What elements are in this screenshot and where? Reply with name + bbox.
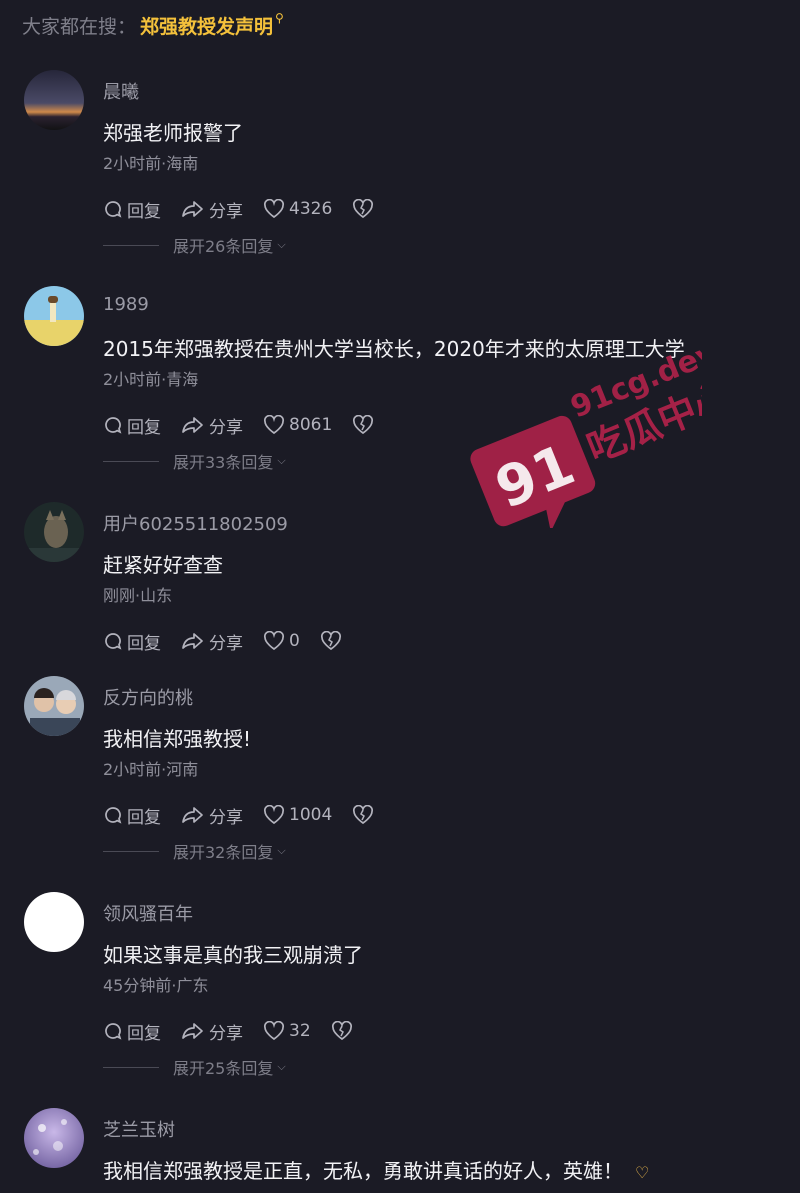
comment-meta: 2小时前·河南 (103, 760, 199, 779)
expand-replies-button[interactable]: 展开26条回复 ⌵ (103, 234, 286, 256)
like-count: 0 (289, 631, 300, 651)
reply-icon (105, 417, 122, 434)
share-button[interactable]: 分享 (181, 197, 243, 222)
chevron-down-icon: ⌵ (277, 844, 286, 857)
dislike-button[interactable] (320, 631, 342, 651)
like-count: 4326 (289, 199, 333, 219)
divider (103, 244, 159, 246)
comment-actions: 回复 分享 8061 (103, 413, 374, 438)
comment-username[interactable]: 1989 (103, 294, 149, 315)
share-button[interactable]: 分享 (181, 629, 243, 654)
expand-replies-button[interactable]: 展开32条回复 ⌵ (103, 840, 286, 862)
expand-replies-button[interactable]: 展开25条回复 ⌵ (103, 1056, 286, 1078)
divider (103, 460, 159, 462)
comment-actions: 回复 分享 4326 (103, 197, 374, 222)
share-icon (182, 807, 203, 823)
broken-heart-icon (353, 805, 374, 825)
like-count: 32 (289, 1021, 311, 1041)
heart-icon (263, 415, 285, 435)
heart-icon (263, 805, 285, 825)
like-button[interactable]: 8061 (263, 415, 332, 435)
comment-meta: 2小时前·海南 (103, 154, 199, 173)
like-button[interactable]: 4326 (263, 199, 332, 219)
divider (103, 1066, 159, 1068)
watermark-badge (470, 415, 596, 528)
chevron-down-icon: ⌵ (277, 238, 286, 251)
search-prefix: 大家都在搜： (22, 15, 137, 38)
comment-text: 赶紧好好查查 (103, 553, 223, 577)
chevron-down-icon: ⌵ (277, 1060, 286, 1073)
reply-button[interactable]: 回复 (103, 413, 161, 438)
search-icon: ⚲ (275, 11, 284, 25)
comment-text: 如果这事是真的我三观崩溃了 (103, 943, 363, 967)
reply-icon (105, 807, 122, 824)
avatar[interactable] (24, 1108, 84, 1168)
reply-button[interactable]: 回复 (103, 1019, 161, 1044)
reply-button[interactable]: 回复 (103, 629, 161, 654)
avatar[interactable] (24, 892, 84, 952)
comment-actions: 回复 分享 32 (103, 1019, 353, 1044)
comment-actions: 回复 分享 1004 (103, 803, 374, 828)
dislike-button[interactable] (352, 805, 374, 825)
comment-username[interactable]: 领风骚百年 (103, 900, 193, 926)
expand-replies-button[interactable]: 展开33条回复 ⌵ (103, 450, 286, 472)
comment-text: 郑强老师报警了 (103, 121, 243, 145)
heart-icon (263, 631, 285, 651)
like-count: 8061 (289, 415, 333, 435)
share-button[interactable]: 分享 (181, 413, 243, 438)
reply-icon (105, 633, 122, 650)
avatar[interactable] (24, 676, 84, 736)
comment-meta: 45分钟前·广东 (103, 976, 209, 995)
heart-emoji-icon: ♡ (635, 1163, 650, 1182)
divider (103, 850, 159, 852)
comment-username[interactable]: 用户6025511802509 (103, 510, 288, 536)
heart-icon (263, 1021, 285, 1041)
comment-text: 2015年郑强教授在贵州大学当校长，2020年才来的太原理工大学 (103, 337, 685, 361)
share-button[interactable]: 分享 (181, 803, 243, 828)
reply-button[interactable]: 回复 (103, 197, 161, 222)
dislike-button[interactable] (331, 1021, 353, 1041)
like-button[interactable]: 0 (263, 631, 300, 651)
broken-heart-icon (353, 199, 374, 219)
heart-icon (263, 199, 285, 219)
reply-icon (105, 1023, 122, 1040)
search-term-link[interactable]: 郑强教授发声明 (140, 12, 273, 39)
watermark-brand: 吃瓜中心 (581, 373, 702, 471)
share-icon (182, 201, 203, 217)
like-count: 1004 (289, 805, 333, 825)
trending-search-bar[interactable]: 大家都在搜： 郑强教授发声明 ⚲ (22, 10, 284, 40)
comments-page: 大家都在搜： 郑强教授发声明 ⚲ 晨曦 郑强老师报警了 2小时前·海南 回复 分… (0, 0, 800, 1193)
comment-meta: 刚刚·山东 (103, 586, 173, 605)
reply-button[interactable]: 回复 (103, 803, 161, 828)
broken-heart-icon (331, 1021, 352, 1041)
like-button[interactable]: 1004 (263, 805, 332, 825)
comment-username[interactable]: 晨曦 (103, 78, 139, 104)
dislike-button[interactable] (352, 415, 374, 435)
avatar[interactable] (24, 70, 84, 130)
comment-actions: 回复 分享 0 (103, 629, 342, 654)
watermark-number: 91 (487, 432, 584, 521)
chevron-down-icon: ⌵ (277, 454, 286, 467)
comment-text: 我相信郑强教授是正直，无私，勇敢讲真话的好人，英雄！ ♡ (103, 1159, 650, 1183)
comment-username[interactable]: 芝兰玉树 (103, 1116, 175, 1142)
broken-heart-icon (320, 631, 341, 651)
reply-icon (105, 201, 122, 218)
avatar[interactable] (24, 286, 84, 346)
comment-meta: 2小时前·青海 (103, 370, 199, 389)
avatar[interactable] (24, 502, 84, 562)
share-icon (182, 417, 203, 433)
broken-heart-icon (353, 415, 374, 435)
comment-username[interactable]: 反方向的桃 (103, 684, 193, 710)
dislike-button[interactable] (352, 199, 374, 219)
share-icon (182, 633, 203, 649)
share-icon (182, 1023, 203, 1039)
comment-text: 我相信郑强教授! (103, 727, 252, 751)
like-button[interactable]: 32 (263, 1021, 311, 1041)
share-button[interactable]: 分享 (181, 1019, 243, 1044)
